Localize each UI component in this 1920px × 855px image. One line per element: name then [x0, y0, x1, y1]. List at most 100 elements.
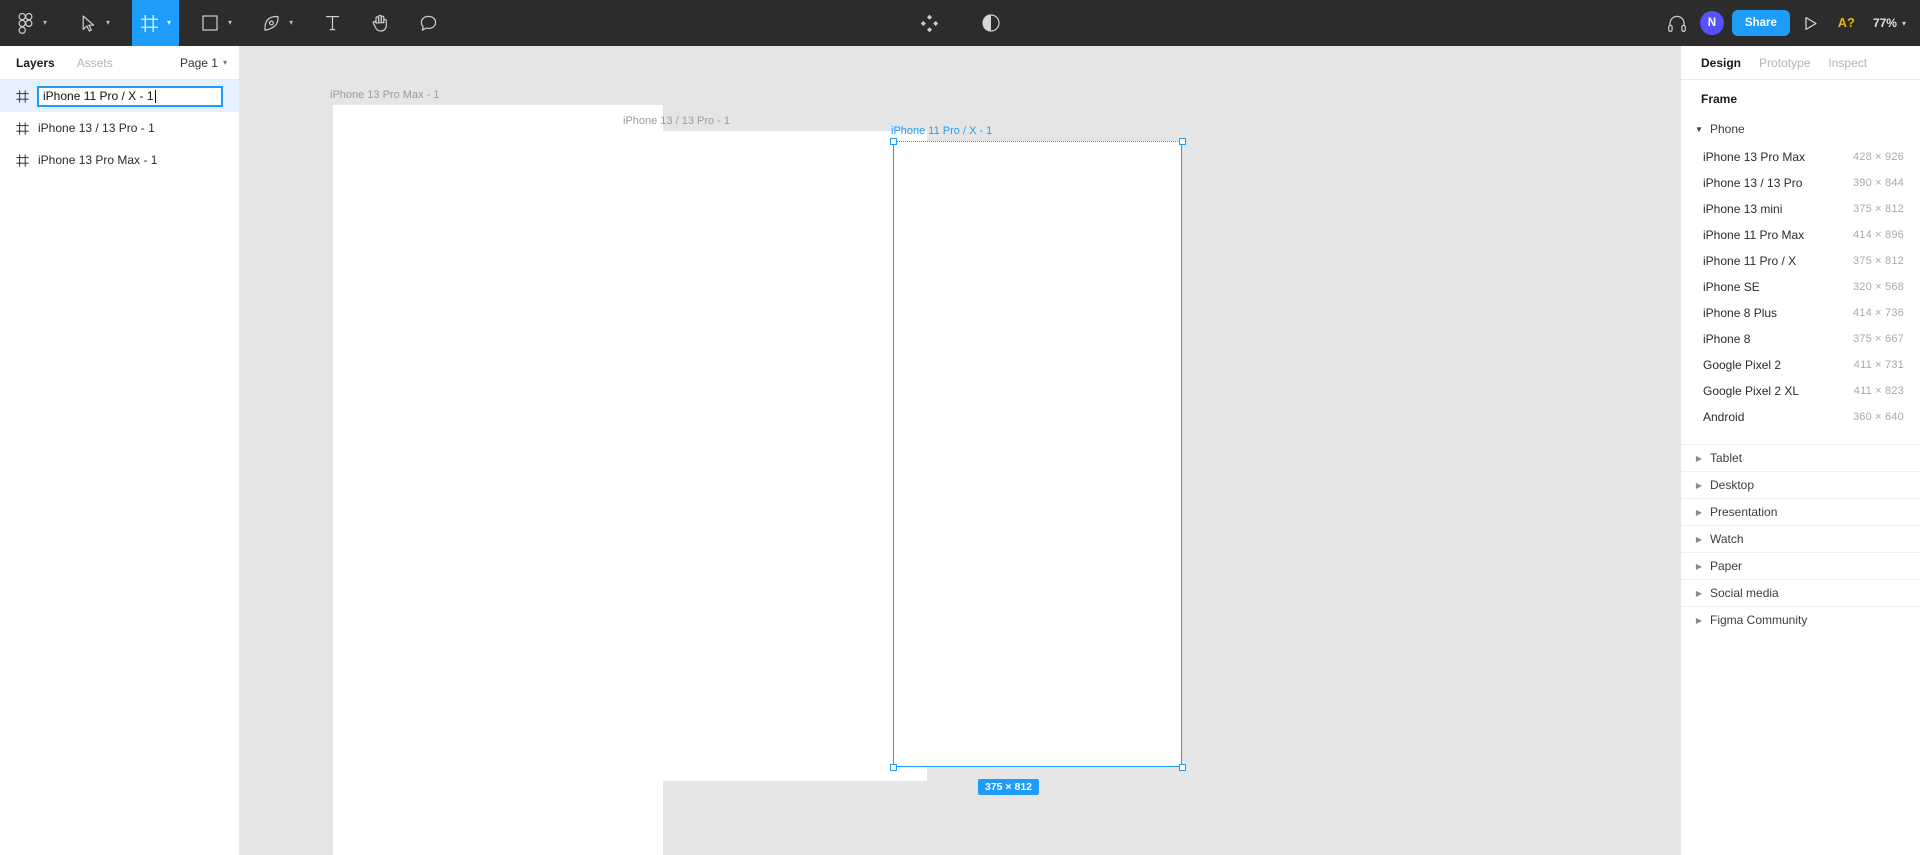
- device-row[interactable]: Android 360 × 640: [1681, 404, 1920, 430]
- text-tool-group[interactable]: [315, 0, 349, 46]
- shape-tool-caret-icon[interactable]: ▾: [227, 19, 240, 27]
- layer-row-iphone-13-pro-max[interactable]: iPhone 13 Pro Max - 1: [0, 144, 239, 176]
- frame-iphone-11-pro-x[interactable]: [893, 141, 1182, 767]
- components-icon[interactable]: [912, 8, 946, 38]
- selection-handle-bottom-left[interactable]: [889, 763, 897, 771]
- move-tool-caret-icon[interactable]: ▾: [105, 19, 118, 27]
- device-name: iPhone 8: [1703, 332, 1751, 346]
- move-tool-group[interactable]: ▾: [71, 0, 118, 46]
- frame-icon[interactable]: [132, 0, 166, 46]
- device-name: Google Pixel 2: [1703, 358, 1782, 372]
- chevron-down-icon: ▾: [1901, 18, 1906, 28]
- device-size: 414 × 736: [1852, 307, 1904, 319]
- device-row[interactable]: Google Pixel 2 411 × 731: [1681, 352, 1920, 378]
- device-name: Android: [1703, 410, 1745, 424]
- selection-handle-top-right[interactable]: [1178, 137, 1186, 145]
- tab-inspect[interactable]: Inspect: [1828, 56, 1867, 70]
- device-size: 428 × 926: [1852, 151, 1904, 163]
- layer-row-iphone-11-pro-x[interactable]: iPhone 11 Pro / X - 1: [0, 80, 239, 112]
- pen-tool-caret-icon[interactable]: ▾: [288, 19, 301, 27]
- pen-icon[interactable]: [254, 0, 288, 46]
- selection-handle-top-left[interactable]: [889, 137, 897, 145]
- device-row[interactable]: iPhone 11 Pro / X 375 × 812: [1681, 248, 1920, 274]
- selection-handle-bottom-right[interactable]: [1178, 763, 1186, 771]
- device-size: 375 × 812: [1852, 203, 1904, 215]
- device-name: iPhone 13 Pro Max: [1703, 150, 1806, 164]
- rectangle-icon[interactable]: [193, 0, 227, 46]
- frame-iphone-13-13-pro[interactable]: [627, 131, 927, 781]
- tab-prototype[interactable]: Prototype: [1759, 56, 1810, 70]
- move-cursor-icon[interactable]: [71, 0, 105, 46]
- hand-tool-group[interactable]: [363, 0, 397, 46]
- layer-rename-value: iPhone 11 Pro / X - 1: [43, 89, 154, 103]
- comment-icon[interactable]: [411, 0, 445, 46]
- device-row[interactable]: iPhone 8 Plus 414 × 736: [1681, 300, 1920, 326]
- figma-menu-group[interactable]: ▾: [8, 0, 55, 46]
- category-row-watch[interactable]: ▶ Watch: [1681, 525, 1920, 552]
- right-panel-tabs: Design Prototype Inspect: [1681, 46, 1920, 80]
- figma-menu-caret-icon[interactable]: ▾: [42, 19, 55, 27]
- page-selector[interactable]: Page 1 ▾: [180, 56, 227, 70]
- device-size: 411 × 823: [1853, 385, 1904, 397]
- layer-label: iPhone 13 / 13 Pro - 1: [38, 121, 155, 135]
- triangle-right-icon: ▶: [1695, 480, 1703, 490]
- layer-row-iphone-13-13-pro[interactable]: iPhone 13 / 13 Pro - 1: [0, 112, 239, 144]
- tab-assets[interactable]: Assets: [77, 56, 113, 70]
- tab-layers[interactable]: Layers: [16, 56, 55, 70]
- triangle-right-icon: ▶: [1695, 615, 1703, 625]
- comment-tool-group[interactable]: [411, 0, 445, 46]
- share-button[interactable]: Share: [1731, 10, 1790, 36]
- category-row-paper[interactable]: ▶ Paper: [1681, 552, 1920, 579]
- frame-tool-group[interactable]: ▾: [132, 0, 180, 46]
- tab-design[interactable]: Design: [1701, 56, 1741, 70]
- frame-tool-caret-icon[interactable]: ▾: [166, 19, 179, 27]
- device-size: 360 × 640: [1852, 411, 1904, 423]
- frame-label-iphone-13-13-pro[interactable]: iPhone 13 / 13 Pro - 1: [623, 115, 730, 127]
- shape-tool-group[interactable]: ▾: [193, 0, 240, 46]
- category-row-social-media[interactable]: ▶ Social media: [1681, 579, 1920, 606]
- device-row[interactable]: Google Pixel 2 XL 411 × 823: [1681, 378, 1920, 404]
- device-row[interactable]: iPhone 8 375 × 667: [1681, 326, 1920, 352]
- hand-icon[interactable]: [363, 0, 397, 46]
- category-label: Social media: [1710, 586, 1779, 600]
- device-name: Google Pixel 2 XL: [1703, 384, 1800, 398]
- category-row-presentation[interactable]: ▶ Presentation: [1681, 498, 1920, 525]
- device-row[interactable]: iPhone 11 Pro Max 414 × 896: [1681, 222, 1920, 248]
- figma-menu-icon[interactable]: [8, 0, 42, 46]
- device-size: 390 × 844: [1852, 177, 1904, 189]
- group-label-phone: Phone: [1710, 122, 1745, 136]
- frame-label-iphone-13-pro-max[interactable]: iPhone 13 Pro Max - 1: [330, 89, 439, 101]
- device-size: 414 × 896: [1852, 229, 1904, 241]
- frame-iphone-13-pro-max[interactable]: [333, 105, 663, 855]
- category-row-figma-community[interactable]: ▶ Figma Community: [1681, 606, 1920, 633]
- page-selector-label: Page 1: [179, 55, 218, 70]
- frame-icon: [12, 153, 32, 167]
- accessibility-badge[interactable]: A?: [1832, 16, 1861, 30]
- device-row[interactable]: iPhone SE 320 × 568: [1681, 274, 1920, 300]
- device-row[interactable]: iPhone 13 / 13 Pro 390 × 844: [1681, 170, 1920, 196]
- design-canvas[interactable]: iPhone 13 Pro Max - 1 iPhone 13 / 13 Pro…: [240, 46, 1680, 855]
- device-name: iPhone 11 Pro / X: [1703, 254, 1797, 268]
- text-icon[interactable]: [315, 0, 349, 46]
- pen-tool-group[interactable]: ▾: [254, 0, 301, 46]
- device-row[interactable]: iPhone 13 Pro Max 428 × 926: [1681, 144, 1920, 170]
- category-label: Tablet: [1710, 451, 1743, 465]
- top-toolbar: ▾ ▾ ▾ ▾ ▾ N Share A? 77% ▾: [0, 0, 1920, 46]
- avatar[interactable]: N: [1699, 11, 1724, 35]
- contrast-icon[interactable]: [974, 8, 1008, 38]
- category-row-desktop[interactable]: ▶ Desktop: [1681, 471, 1920, 498]
- headphone-icon[interactable]: [1660, 8, 1694, 38]
- frame-icon: [12, 89, 32, 103]
- triangle-down-icon: ▼: [1695, 124, 1703, 134]
- zoom-control[interactable]: 77% ▾: [1867, 16, 1910, 30]
- right-sidebar: Design Prototype Inspect Frame ▼ Phone i…: [1680, 46, 1920, 855]
- panel-section-title: Frame: [1701, 92, 1738, 106]
- category-row-tablet[interactable]: ▶ Tablet: [1681, 444, 1920, 471]
- layer-rename-input[interactable]: iPhone 11 Pro / X - 1: [37, 85, 223, 107]
- device-row[interactable]: iPhone 13 mini 375 × 812: [1681, 196, 1920, 222]
- category-label: Desktop: [1710, 478, 1755, 492]
- frame-label-iphone-11-pro-x[interactable]: iPhone 11 Pro / X - 1: [891, 125, 992, 137]
- present-play-icon[interactable]: [1796, 8, 1826, 38]
- triangle-right-icon: ▶: [1695, 453, 1703, 463]
- group-header-phone[interactable]: ▼ Phone: [1681, 116, 1920, 142]
